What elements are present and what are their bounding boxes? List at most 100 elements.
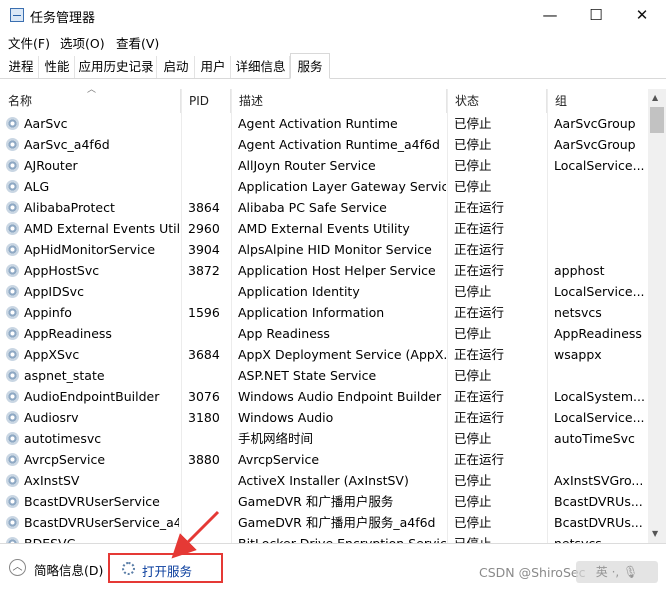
table-row[interactable]: AlibabaProtect 3864 Alibaba PC Safe Servic… bbox=[0, 197, 648, 218]
cell-pid bbox=[188, 323, 230, 344]
cell-description: AMD External Events Utility bbox=[238, 221, 410, 236]
service-icon bbox=[6, 516, 19, 529]
table-row[interactable]: AJRouter AllJoyn Router Service 已停止 LocalSe… bbox=[0, 155, 648, 176]
tab-startup[interactable]: 启动 bbox=[158, 56, 195, 78]
cell-group bbox=[554, 176, 648, 197]
column-header-status[interactable]: 状态 bbox=[447, 89, 547, 113]
minimize-button[interactable]: — bbox=[527, 0, 573, 30]
vertical-scrollbar[interactable]: ▲ ▼ bbox=[648, 89, 666, 543]
cell-name: AarSvc_a4f6d bbox=[24, 137, 110, 152]
table-row[interactable]: AarSvc Agent Activation Runtime 已停止 AarSvcG… bbox=[0, 113, 648, 134]
cell-name: AarSvc bbox=[24, 116, 68, 131]
table-row[interactable]: BcastDVRUserService_a4... GameDVR 和广播用户服务… bbox=[0, 512, 648, 533]
collapse-chevron-icon[interactable]: ︿ bbox=[9, 559, 26, 576]
service-icon bbox=[6, 390, 19, 403]
task-manager-icon bbox=[10, 8, 24, 22]
tab-details[interactable]: 详细信息 bbox=[232, 56, 290, 78]
table-row[interactable]: Audiosrv 3180 Windows Audio 正在运行 LocalServic… bbox=[0, 407, 648, 428]
table-row[interactable]: AxInstSV ActiveX Installer (AxInstSV) 已停止 A… bbox=[0, 470, 648, 491]
service-icon bbox=[6, 243, 19, 256]
cell-status: 正在运行 bbox=[454, 410, 505, 425]
table-row[interactable]: AudioEndpointBuilder 3076 Windows Audio En… bbox=[0, 386, 648, 407]
cell-description: Application Information bbox=[238, 305, 385, 320]
table-row[interactable]: Appinfo 1596 Application Information 正在运行 ne… bbox=[0, 302, 648, 323]
cell-description: Application Identity bbox=[238, 284, 360, 299]
fewer-details-link[interactable]: 简略信息(D) bbox=[34, 560, 103, 579]
cell-description: Windows Audio bbox=[238, 410, 334, 425]
column-header-group[interactable]: 组 bbox=[547, 89, 648, 113]
column-header-description[interactable]: 描述 bbox=[231, 89, 447, 113]
table-row[interactable]: ALG Application Layer Gateway Service 已停止 bbox=[0, 176, 648, 197]
maximize-button[interactable]: ☐ bbox=[573, 0, 619, 30]
cell-status: 已停止 bbox=[454, 179, 492, 194]
cell-group: BcastDVRUs... bbox=[554, 515, 643, 530]
window-title: 任务管理器 bbox=[30, 11, 96, 26]
table-row[interactable]: AppXSvc 3684 AppX Deployment Service (AppX… bbox=[0, 344, 648, 365]
service-icon bbox=[6, 285, 19, 298]
cell-status: 已停止 bbox=[454, 116, 492, 131]
service-icon bbox=[6, 411, 19, 424]
cell-name: AudioEndpointBuilder bbox=[24, 389, 160, 404]
cell-group: LocalService... bbox=[554, 410, 645, 425]
cell-group: LocalService... bbox=[554, 284, 645, 299]
table-row[interactable]: AppHostSvc 3872 Application Host Helper Se… bbox=[0, 260, 648, 281]
service-icon bbox=[6, 159, 19, 172]
cell-status: 已停止 bbox=[454, 158, 492, 173]
table-row[interactable]: AppIDSvc Application Identity 已停止 LocalServ… bbox=[0, 281, 648, 302]
cell-description: Alibaba PC Safe Service bbox=[238, 200, 387, 215]
table-row[interactable]: AarSvc_a4f6d Agent Activation Runtime_a4f… bbox=[0, 134, 648, 155]
service-icon bbox=[6, 201, 19, 214]
table-row[interactable]: ApHidMonitorService 3904 AlpsAlpine HID Mo… bbox=[0, 239, 648, 260]
cell-status: 正在运行 bbox=[454, 305, 505, 320]
cell-description: AppX Deployment Service (AppX... bbox=[238, 347, 446, 362]
tab-processes[interactable]: 进程 bbox=[4, 56, 39, 78]
cell-pid bbox=[188, 512, 230, 533]
tab-performance[interactable]: 性能 bbox=[40, 56, 75, 78]
menu-view[interactable]: 查看(V) bbox=[116, 33, 159, 52]
tab-app-history[interactable]: 应用历史记录 bbox=[76, 56, 157, 78]
cell-group bbox=[554, 365, 648, 386]
scroll-down-icon[interactable]: ▼ bbox=[652, 529, 658, 538]
cell-name: BDESVC bbox=[24, 533, 179, 543]
cell-pid bbox=[188, 428, 230, 449]
cell-status: 已停止 bbox=[454, 533, 546, 543]
cell-name: AJRouter bbox=[24, 158, 78, 173]
cell-description: Application Layer Gateway Service bbox=[238, 179, 446, 194]
table-row[interactable]: AMD External Events Util... 2960 AMD Exter… bbox=[0, 218, 648, 239]
service-icon bbox=[6, 327, 19, 340]
cell-description: Windows Audio Endpoint Builder bbox=[238, 389, 442, 404]
cell-description: 手机网络时间 bbox=[238, 431, 314, 446]
cell-group: LocalSystem... bbox=[554, 389, 645, 404]
scroll-up-icon[interactable]: ▲ bbox=[652, 93, 658, 102]
table-row[interactable]: AvrcpService 3880 AvrcpService 正在运行 bbox=[0, 449, 648, 470]
cell-pid bbox=[188, 281, 230, 302]
cell-name: AppHostSvc bbox=[24, 263, 100, 278]
cell-pid bbox=[188, 134, 230, 155]
column-header-pid[interactable]: PID bbox=[181, 89, 231, 113]
cell-pid bbox=[188, 155, 230, 176]
table-row[interactable]: BcastDVRUserService GameDVR 和广播用户服务 已停止 Bca… bbox=[0, 491, 648, 512]
cell-description: App Readiness bbox=[238, 326, 330, 341]
table-row[interactable]: autotimesvc 手机网络时间 已停止 autoTimeSvc bbox=[0, 428, 648, 449]
tab-users[interactable]: 用户 bbox=[196, 56, 231, 78]
table-row[interactable]: AppReadiness App Readiness 已停止 AppReadiness bbox=[0, 323, 648, 344]
tab-services[interactable]: 服务 bbox=[290, 53, 330, 79]
close-button[interactable]: ✕ bbox=[619, 0, 665, 30]
menu-file[interactable]: 文件(F) bbox=[8, 33, 50, 52]
cell-status: 已停止 bbox=[454, 368, 492, 383]
cell-group: autoTimeSvc bbox=[554, 431, 635, 446]
cell-name: AppReadiness bbox=[24, 326, 112, 341]
cell-pid bbox=[188, 365, 230, 386]
scroll-thumb[interactable] bbox=[650, 107, 664, 133]
cell-name: AppIDSvc bbox=[24, 284, 84, 299]
column-header-name[interactable]: 名称 bbox=[0, 89, 181, 113]
menu-options[interactable]: 选项(O) bbox=[60, 33, 105, 52]
open-services-button[interactable]: 打开服务 bbox=[108, 553, 223, 583]
table-row[interactable]: BDESVC BitLocker Drive Encryption Service… bbox=[0, 533, 648, 543]
service-icon bbox=[6, 180, 19, 193]
cell-pid bbox=[188, 533, 230, 543]
table-row[interactable]: aspnet_state ASP.NET State Service 已停止 bbox=[0, 365, 648, 386]
cell-description: ActiveX Installer (AxInstSV) bbox=[238, 473, 409, 488]
cell-description: AlpsAlpine HID Monitor Service bbox=[238, 242, 432, 257]
cell-pid: 3880 bbox=[188, 452, 220, 467]
